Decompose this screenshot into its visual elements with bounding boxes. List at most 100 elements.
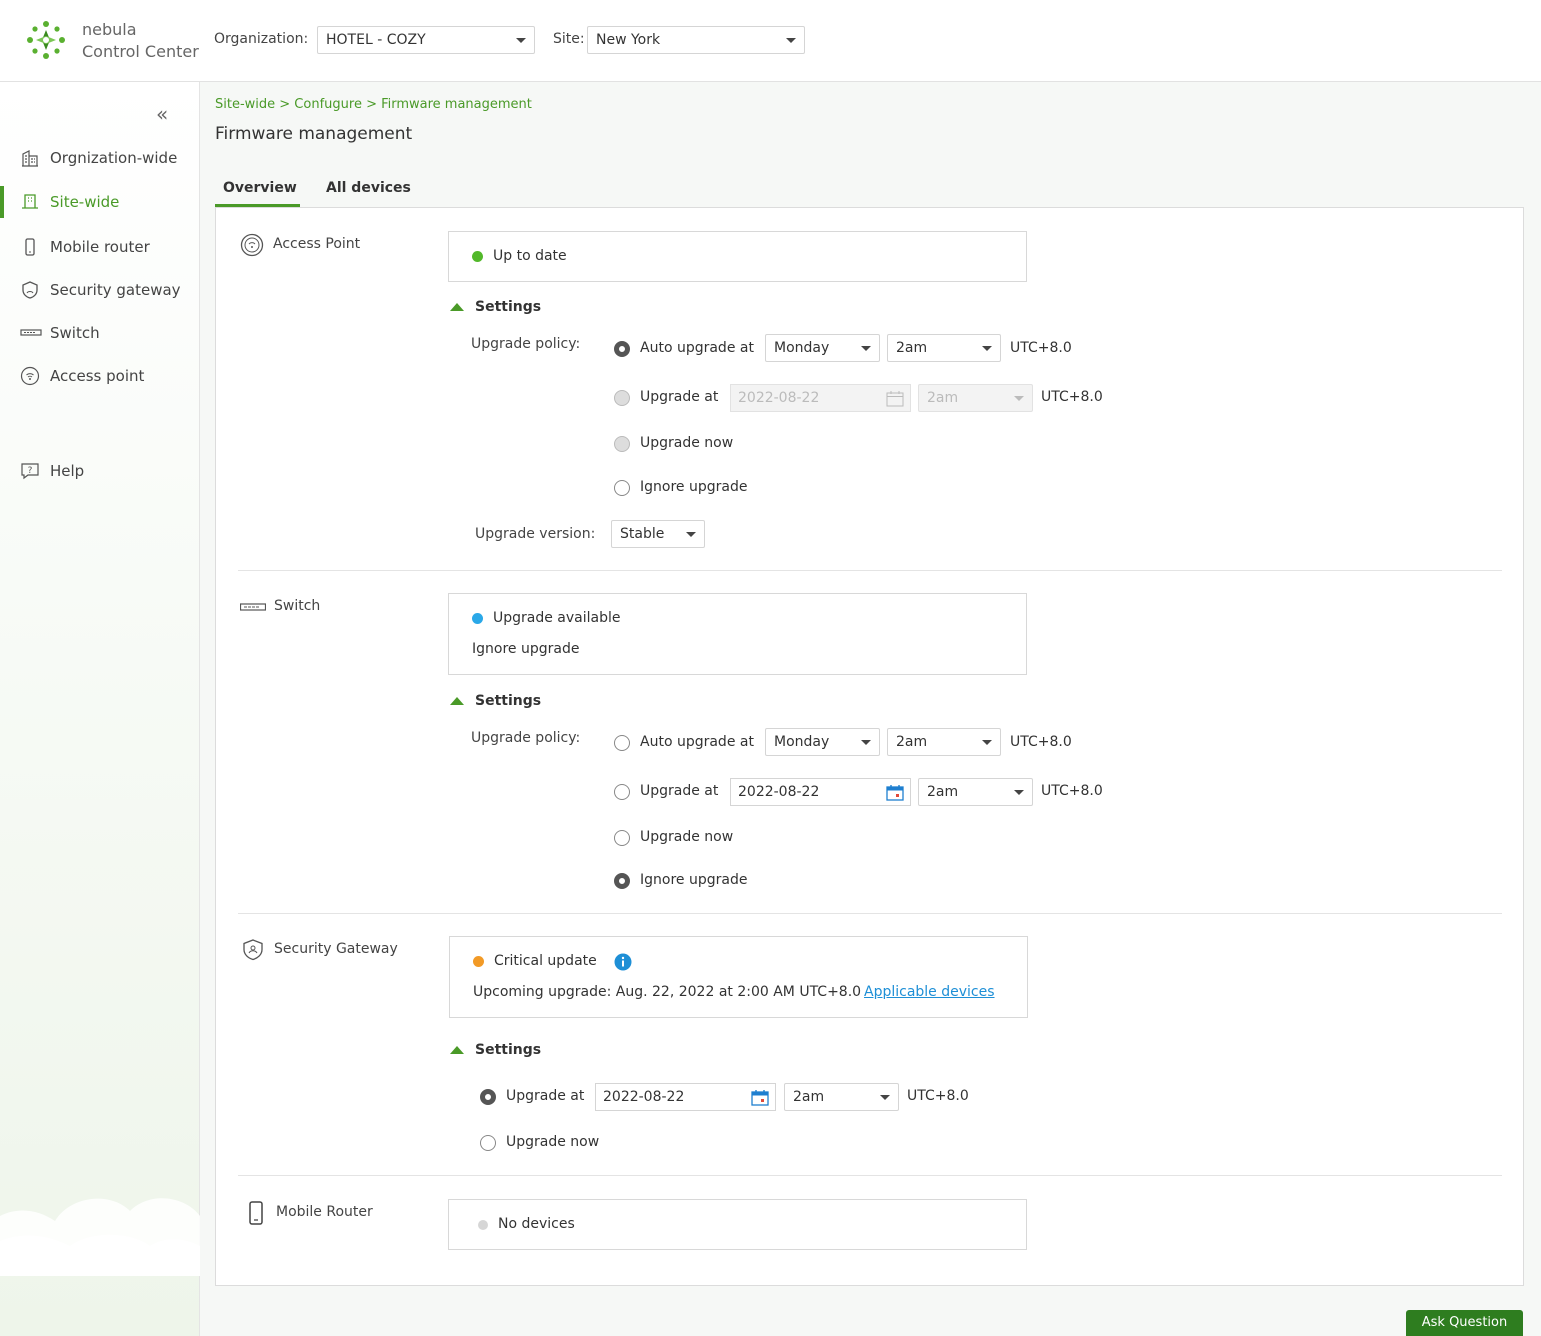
ap-date-input[interactable]: 2022-08-22 [730,384,911,412]
shield-icon [22,281,38,299]
security-gateway-status-box: Critical update Upcoming upgrade: Aug. 2… [449,936,1028,1018]
sw-time-select[interactable]: 2am [887,728,1001,756]
sidebar-item-mobile-router[interactable]: Mobile router [0,229,200,265]
mobile-router-status-box: No devices [448,1199,1027,1250]
building-icon [22,150,38,167]
chevron-down-icon [1014,396,1024,401]
timezone-label: UTC+8.0 [1041,389,1103,405]
sg-upgrade-now-label: Upgrade now [506,1134,600,1150]
ap-ignore-upgrade-radio[interactable] [614,480,630,496]
applicable-devices-link[interactable]: Applicable devices [864,984,995,1000]
mobile-icon [25,238,35,256]
ap-day-select[interactable]: Monday [765,334,880,362]
ap-upgrade-now-radio[interactable] [614,436,630,452]
sw-day-select[interactable]: Monday [765,728,880,756]
ap-version-select[interactable]: Stable [611,520,705,548]
settings-toggle[interactable]: Settings [475,1042,541,1058]
section-title-mobile-router: Mobile Router [276,1204,373,1220]
sw-ignore-upgrade-radio[interactable] [614,873,630,889]
ap-upgrade-at-radio[interactable] [614,390,630,406]
access-point-status-box: Up to date [448,231,1027,282]
sw-upgrade-now-radio[interactable] [614,830,630,846]
sg-time-select[interactable]: 2am [784,1083,899,1111]
brand-name: nebula Control Center [82,20,199,61]
chevron-down-icon [686,532,696,537]
help-icon: ? [21,463,39,480]
ask-question-button[interactable]: Ask Question [1406,1310,1523,1336]
sidebar: « Orgnization-wide Site-wide Mobile rout… [0,82,200,1336]
settings-toggle[interactable]: Settings [475,299,541,315]
access-point-status-text: Up to date [493,248,567,264]
calendar-icon[interactable] [886,784,904,801]
site-select[interactable]: New York [587,26,805,54]
collapse-triangle-icon[interactable] [450,303,464,311]
ap-ignore-upgrade-label: Ignore upgrade [640,479,748,495]
sidebar-item-switch[interactable]: Switch [0,315,200,351]
sg-date-input[interactable]: 2022-08-22 [595,1083,776,1111]
security-gateway-status-text: Critical update [494,953,597,969]
sw-date-time-select[interactable]: 2am [918,778,1033,806]
timezone-label: UTC+8.0 [907,1088,969,1104]
timezone-label: UTC+8.0 [1010,734,1072,750]
collapse-triangle-icon[interactable] [450,1046,464,1054]
calendar-icon[interactable] [751,1089,769,1106]
upgrade-policy-label: Upgrade policy: [471,730,581,746]
calendar-icon [886,391,904,407]
switch-sub-status-text: Ignore upgrade [472,641,580,657]
collapse-triangle-icon[interactable] [450,697,464,705]
sw-ignore-upgrade-label: Ignore upgrade [640,872,748,888]
status-dot [472,251,483,262]
tab-overview[interactable]: Overview [223,180,297,196]
access-point-icon [20,366,40,386]
sg-upgrade-at-label: Upgrade at [506,1088,585,1104]
access-point-icon [240,233,264,257]
sw-upgrade-at-radio[interactable] [614,784,630,800]
active-tab-indicator [215,204,300,207]
ap-upgrade-at-label: Upgrade at [640,389,719,405]
ap-upgrade-now-label: Upgrade now [640,435,734,451]
sidebar-item-access-point[interactable]: Access point [0,358,200,394]
ap-auto-upgrade-radio[interactable] [614,341,630,357]
upcoming-upgrade-text: Upcoming upgrade: Aug. 22, 2022 at 2:00 … [473,984,862,1000]
organization-select[interactable]: HOTEL - COZY [317,26,535,54]
sg-upgrade-at-radio[interactable] [480,1089,496,1105]
chevron-down-icon [982,740,992,745]
sidebar-item-help[interactable]: ? Help [0,453,200,489]
switch-icon [20,329,42,336]
mobile-icon [249,1201,263,1225]
page-title: Firmware management [215,124,413,144]
switch-status-box: Upgrade available Ignore upgrade [448,593,1027,675]
sw-date-input[interactable]: 2022-08-22 [730,778,911,806]
status-dot [472,613,483,624]
organization-label: Organization: [214,31,309,47]
sidebar-item-site-wide[interactable]: Site-wide [0,184,200,220]
tab-all-devices[interactable]: All devices [326,180,411,196]
switch-status-text: Upgrade available [493,610,621,626]
sw-auto-upgrade-radio[interactable] [614,735,630,751]
site-label: Site: [553,31,585,47]
upgrade-policy-label: Upgrade policy: [471,336,581,352]
timezone-label: UTC+8.0 [1010,340,1072,356]
sidebar-item-security-gateway[interactable]: Security gateway [0,272,200,308]
upgrade-version-label: Upgrade version: [475,526,596,542]
ap-time-select[interactable]: 2am [887,334,1001,362]
chevron-down-icon [1014,790,1024,795]
site-icon [22,194,38,209]
section-title-security-gateway: Security Gateway [274,941,398,957]
sidebar-item-organization-wide[interactable]: Orgnization-wide [0,140,200,176]
settings-toggle[interactable]: Settings [475,693,541,709]
chevron-down-icon [786,38,796,43]
nebula-logo-icon [27,21,65,59]
info-icon[interactable] [614,953,632,971]
decorative-cloud [0,1198,200,1276]
breadcrumb[interactable]: Site-wide > Confugure > Firmware managem… [215,97,532,112]
section-title-switch: Switch [274,598,321,614]
section-divider [238,570,1502,571]
chevron-down-icon [982,346,992,351]
sg-upgrade-now-radio[interactable] [480,1135,496,1151]
ap-date-time-select[interactable]: 2am [918,384,1033,412]
collapse-sidebar-icon[interactable]: « [156,102,168,126]
chevron-down-icon [880,1095,890,1100]
ap-auto-upgrade-label: Auto upgrade at [640,340,754,356]
sw-auto-upgrade-label: Auto upgrade at [640,734,754,750]
